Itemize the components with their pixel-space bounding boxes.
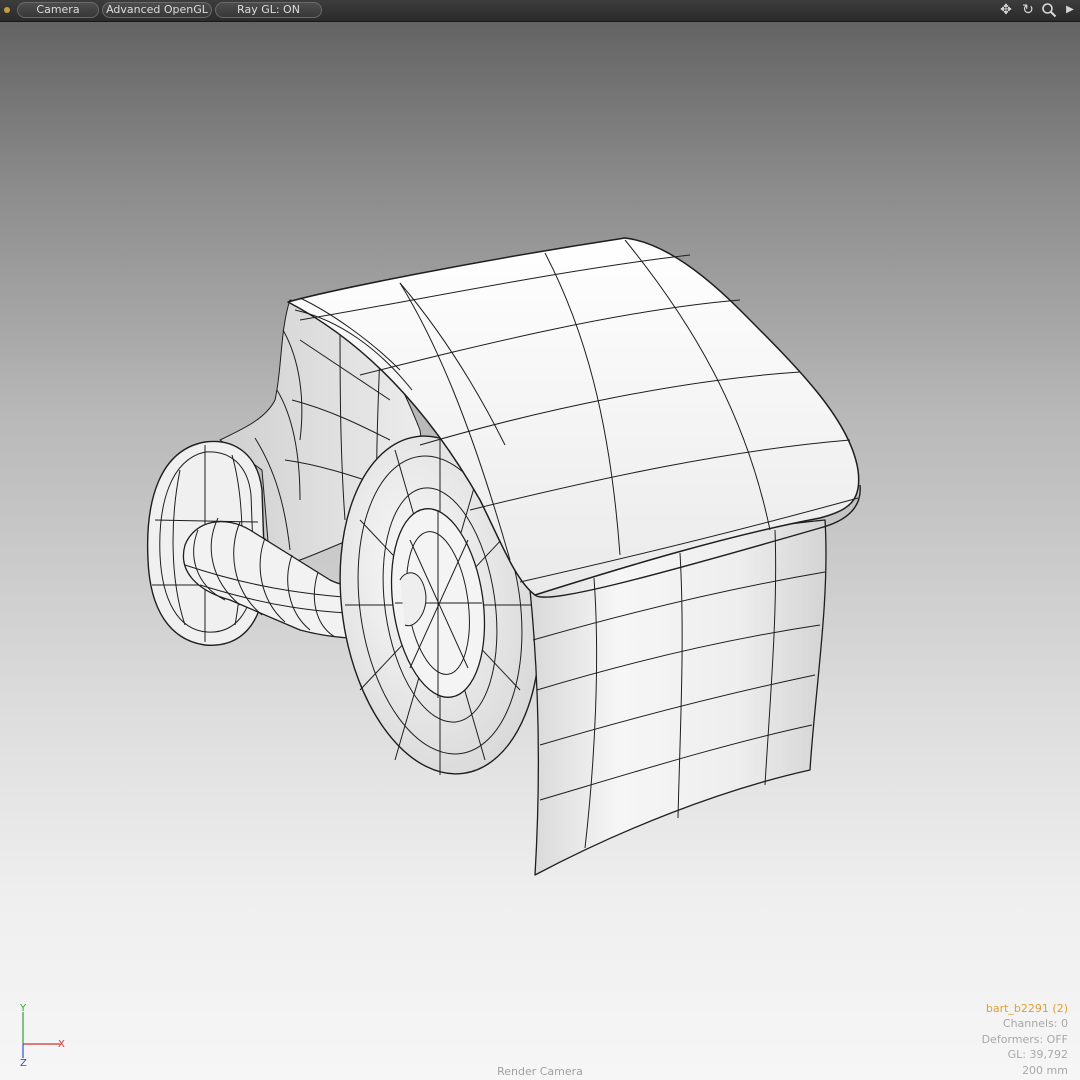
deformers-readout: Deformers: OFF [981, 1032, 1068, 1046]
channels-readout: Channels: 0 [1002, 1017, 1068, 1030]
axis-y-label: Y [19, 1003, 27, 1014]
3d-viewport[interactable]: Camera Advanced OpenGL Ray GL: ON ✥ ↻ ▶ [0, 0, 1080, 1080]
axis-gizmo: Y X Z [14, 1000, 74, 1070]
selection-name: bart_b2291 (2) [985, 1001, 1068, 1015]
axis-x-label: X [58, 1039, 65, 1050]
model-render[interactable] [0, 0, 1080, 1080]
camera-label: Render Camera [497, 1065, 583, 1078]
gl-readout: GL: 39,792 [1007, 1048, 1068, 1061]
